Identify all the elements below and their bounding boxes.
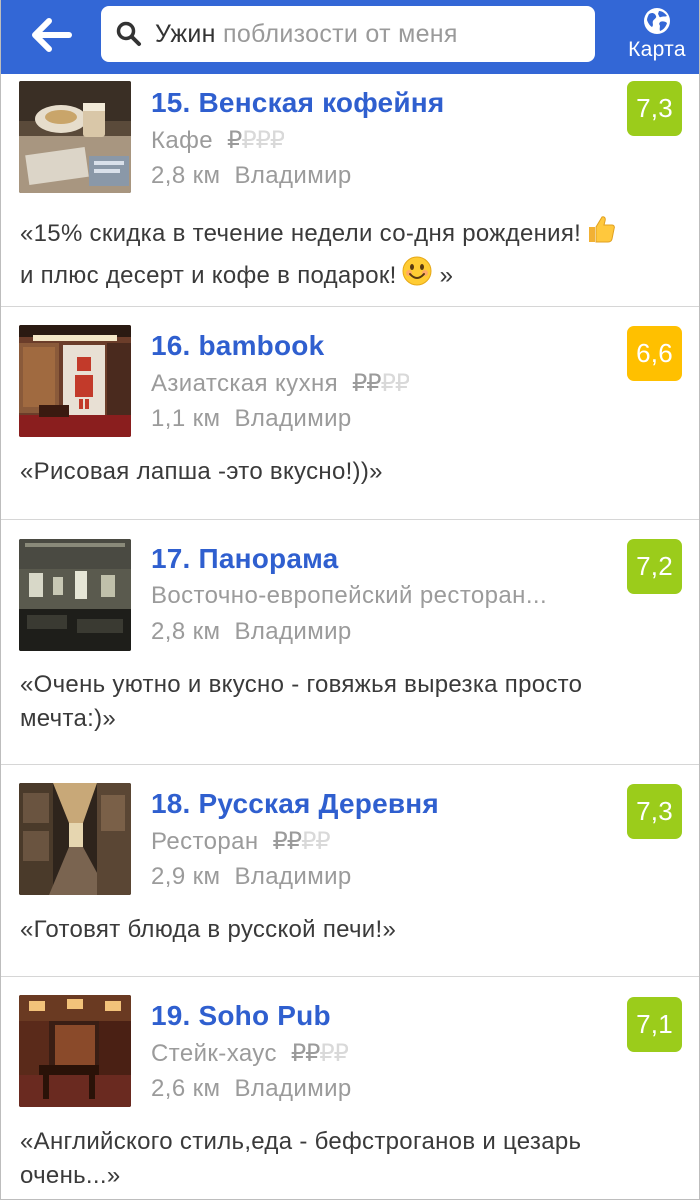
venue-tip: «Готовят блюда в русской печи!» — [20, 913, 685, 947]
venue-category: Восточно-европейский ресторан... — [151, 582, 548, 609]
tip-line: «Рисовая лапша -это вкусно!))» — [20, 458, 383, 485]
tip-end: » — [439, 262, 454, 289]
price-level: ₽₽₽₽ — [227, 127, 285, 154]
app-frame: Ужин поблизости от меня Карта 15. Венска… — [0, 0, 700, 1200]
venue-category-line: Восточно-европейский ресторан... — [151, 582, 547, 610]
search-text: Ужин поблизости от меня — [155, 20, 458, 49]
venue-distance: 2,9 км — [151, 863, 221, 890]
rating-badge: 7,3 — [627, 784, 682, 839]
search-input[interactable]: Ужин поблизости от меня — [101, 6, 595, 62]
tip-line: очень...» — [20, 1162, 121, 1189]
venue-item[interactable]: 15. Венская кофейня Кафе ₽₽₽₽ 2,8 км Влади… — [1, 74, 699, 307]
venue-item[interactable]: 19. Soho Pub Стейк-хаус ₽₽₽₽ 2,6 км Владим… — [1, 977, 699, 1199]
top-bar: Ужин поблизости от меня Карта — [1, 0, 699, 74]
thumbs-up-icon — [585, 213, 617, 255]
venue-distance-line: 2,8 км Владимир — [151, 162, 352, 190]
venue-tip: «Рисовая лапша -это вкусно!))» — [20, 455, 685, 489]
venue-list: 15. Венская кофейня Кафе ₽₽₽₽ 2,8 км Влади… — [1, 74, 699, 1199]
venue-category-line: Кафе ₽₽₽₽ — [151, 126, 284, 155]
tip-line: «Очень уютно и вкусно - говяжья вырезка … — [20, 671, 583, 698]
venue-item[interactable]: 16. bambook Азиатская кухня ₽₽₽₽ 1,1 км Вл… — [1, 307, 699, 520]
venue-distance-line: 2,8 км Владимир — [151, 618, 352, 646]
venue-title[interactable]: 15. Венская кофейня — [151, 87, 444, 119]
venue-category-line: Азиатская кухня ₽₽₽₽ — [151, 369, 409, 398]
venue-category: Кафе — [151, 127, 214, 154]
back-arrow-icon — [32, 18, 72, 52]
venue-photo — [19, 995, 131, 1107]
tip-line: мечта:)» — [20, 705, 117, 732]
tip-line: и плюс десерт и кофе в подарок! — [20, 262, 397, 289]
tip-line: «15% скидка в течение недели со-дня рожд… — [20, 220, 582, 247]
venue-title[interactable]: 16. bambook — [151, 330, 324, 362]
venue-distance: 1,1 км — [151, 405, 221, 432]
venue-title[interactable]: 19. Soho Pub — [151, 1000, 331, 1032]
search-icon — [115, 19, 145, 49]
venue-category: Ресторан — [151, 828, 259, 855]
venue-category: Стейк-хаус — [151, 1040, 277, 1067]
map-button[interactable]: Карта — [613, 4, 699, 66]
tip-line: «Готовят блюда в русской печи!» — [20, 916, 397, 943]
price-level: ₽₽₽₽ — [272, 828, 330, 855]
back-button[interactable] — [23, 10, 79, 60]
venue-category: Азиатская кухня — [151, 370, 339, 397]
search-suffix: поблизости от меня — [215, 19, 458, 48]
rating-badge: 7,2 — [627, 539, 682, 594]
search-query: Ужин — [155, 19, 216, 48]
globe-icon — [644, 8, 670, 34]
price-level: ₽₽₽₽ — [290, 1040, 348, 1067]
venue-photo — [19, 81, 131, 193]
venue-title[interactable]: 17. Панорама — [151, 543, 338, 575]
venue-item[interactable]: 18. Русская Деревня Ресторан ₽₽₽₽ 2,9 км В… — [1, 765, 699, 977]
rating-badge: 7,1 — [627, 997, 682, 1052]
venue-city: Владимир — [234, 405, 352, 432]
venue-category-line: Стейк-хаус ₽₽₽₽ — [151, 1039, 348, 1068]
venue-tip: «Английского стиль,еда - бефстроганов и … — [20, 1125, 685, 1193]
venue-tip: «Очень уютно и вкусно - говяжья вырезка … — [20, 668, 685, 736]
venue-distance-line: 2,9 км Владимир — [151, 863, 352, 891]
venue-photo — [19, 539, 131, 651]
venue-category-line: Ресторан ₽₽₽₽ — [151, 827, 330, 856]
rating-badge: 7,3 — [627, 81, 682, 136]
venue-distance-line: 1,1 км Владимир — [151, 405, 352, 433]
venue-distance: 2,6 км — [151, 1075, 221, 1102]
venue-photo — [19, 325, 131, 437]
venue-tip: «15% скидка в течение недели со-дня рожд… — [20, 213, 685, 297]
venue-city: Владимир — [234, 1075, 352, 1102]
map-label: Карта — [628, 38, 686, 61]
venue-photo — [19, 783, 131, 895]
venue-title[interactable]: 18. Русская Деревня — [151, 788, 439, 820]
rating-badge: 6,6 — [627, 326, 682, 381]
tip-line: «Английского стиль,еда - бефстроганов и … — [20, 1128, 582, 1155]
venue-item[interactable]: 17. Панорама Восточно-европейский рестор… — [1, 520, 699, 765]
venue-city: Владимир — [234, 863, 352, 890]
venue-distance-line: 2,6 км Владимир — [151, 1075, 352, 1103]
smiling-face-icon — [401, 255, 433, 297]
venue-city: Владимир — [234, 618, 352, 645]
venue-distance: 2,8 км — [151, 162, 221, 189]
venue-distance: 2,8 км — [151, 618, 221, 645]
venue-city: Владимир — [234, 162, 352, 189]
price-level: ₽₽₽₽ — [352, 370, 410, 397]
